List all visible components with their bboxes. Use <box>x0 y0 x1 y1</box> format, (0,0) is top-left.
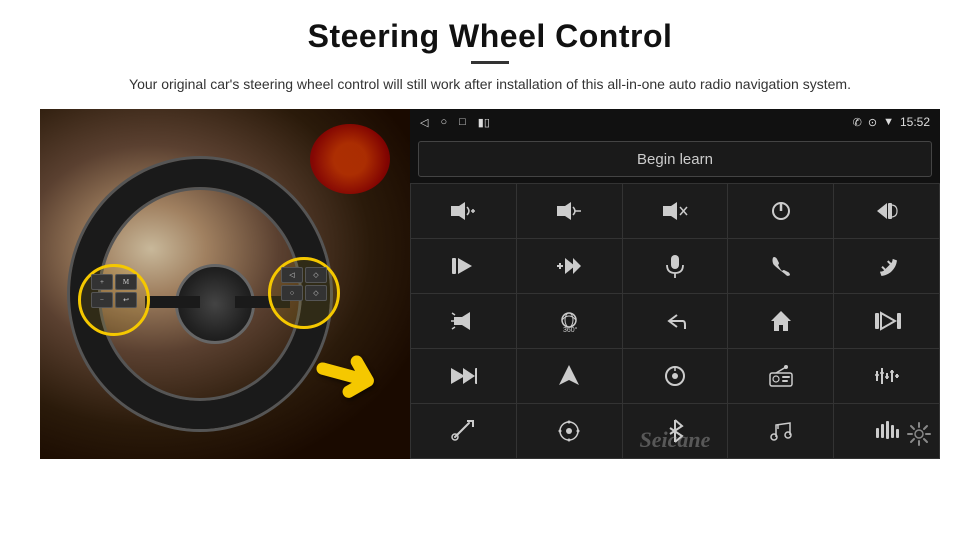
signal-icon: ▮▯ <box>478 116 490 129</box>
status-left: ◁ ○ □ ▮▯ <box>420 116 490 129</box>
yellow-circle-left: + M − ↩ <box>78 264 150 336</box>
mute-button[interactable] <box>623 184 728 238</box>
wheel-btn-back: ↩ <box>115 292 137 308</box>
vol-up-button[interactable] <box>411 184 516 238</box>
wheel-btn-r1: ◁ <box>281 267 303 283</box>
wheel-btn-r4: ◇ <box>305 285 327 301</box>
wheel-btn-minus: − <box>91 292 113 308</box>
page-container: Steering Wheel Control Your original car… <box>0 0 980 548</box>
back-icon: ◁ <box>420 116 428 129</box>
status-time: 15:52 <box>900 115 930 129</box>
title-divider <box>471 61 509 64</box>
steering-wheel-image: + M − ↩ ◁ ◇ ○ ◇ ➜ <box>40 109 410 459</box>
subtitle: Your original car's steering wheel contr… <box>129 74 851 95</box>
radio-button[interactable] <box>728 349 833 403</box>
skip-button[interactable] <box>411 349 516 403</box>
mic-button[interactable] <box>623 239 728 293</box>
fast-forward-button[interactable] <box>517 239 622 293</box>
yellow-circle-right: ◁ ◇ ○ ◇ <box>268 257 340 329</box>
home-icon: ○ <box>440 116 447 128</box>
settings-button[interactable] <box>517 404 622 458</box>
prev-call-button[interactable] <box>834 184 939 238</box>
horn-button[interactable] <box>411 294 516 348</box>
content-area: + M − ↩ ◁ ◇ ○ ◇ ➜ <box>40 109 940 459</box>
hang-up-button[interactable] <box>834 239 939 293</box>
gauge-area <box>310 124 390 194</box>
status-right: ✆ ⊙ ▼ 15:52 <box>853 115 930 129</box>
steer-learn-button[interactable] <box>411 404 516 458</box>
wheel-btn-r2: ◇ <box>305 267 327 283</box>
location-icon: ⊙ <box>868 116 877 129</box>
begin-learn-row: Begin learn <box>410 135 940 183</box>
bluetooth-button[interactable] <box>623 404 728 458</box>
vol-down-button[interactable] <box>517 184 622 238</box>
status-bar: ◁ ○ □ ▮▯ ✆ ⊙ ▼ 15:52 <box>410 109 940 135</box>
spoke-left <box>145 296 200 308</box>
btn-group-right: ◁ ◇ ○ ◇ <box>273 259 335 327</box>
phone-status-icon: ✆ <box>853 116 862 129</box>
wheel-btn-plus: + <box>91 274 113 290</box>
btn-group-left: + M − ↩ <box>83 266 145 334</box>
page-title: Steering Wheel Control <box>308 18 673 55</box>
wheel-btn-mode: M <box>115 274 137 290</box>
back-button[interactable] <box>623 294 728 348</box>
gear-icon[interactable] <box>906 421 932 453</box>
begin-learn-button[interactable]: Begin learn <box>418 141 932 177</box>
recent-icon: □ <box>459 116 466 128</box>
prev2-button[interactable] <box>834 294 939 348</box>
camera-360-button[interactable]: 360° <box>517 294 622 348</box>
wheel-btn-r3: ○ <box>281 285 303 301</box>
controls-grid: 360° <box>410 183 940 459</box>
nav-button[interactable] <box>517 349 622 403</box>
music-button[interactable] <box>728 404 833 458</box>
wifi-icon: ▼ <box>883 116 894 128</box>
svg-text:360°: 360° <box>563 326 578 333</box>
home-button[interactable] <box>728 294 833 348</box>
source-button[interactable] <box>623 349 728 403</box>
power-button[interactable] <box>728 184 833 238</box>
eq-button[interactable] <box>834 349 939 403</box>
next-track-button[interactable] <box>411 239 516 293</box>
phone-button[interactable] <box>728 239 833 293</box>
android-screen: ◁ ○ □ ▮▯ ✆ ⊙ ▼ 15:52 Begin learn <box>410 109 940 459</box>
